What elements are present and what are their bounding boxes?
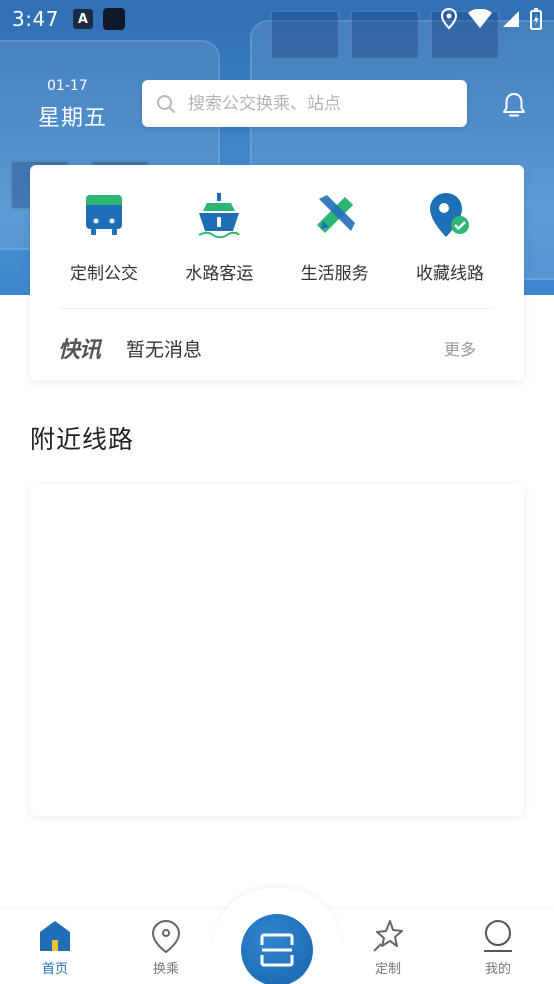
search-input[interactable] bbox=[188, 93, 438, 114]
search-box[interactable] bbox=[142, 80, 467, 127]
nav-label: 换乘 bbox=[152, 962, 179, 977]
nav-item-transfer[interactable]: 换乘 bbox=[136, 918, 196, 977]
nearby-routes-card bbox=[30, 484, 524, 816]
profile-icon bbox=[484, 920, 512, 952]
card-divider bbox=[60, 308, 494, 309]
nav-item-profile[interactable]: 我的 bbox=[468, 918, 528, 977]
service-label: 收藏线路 bbox=[415, 264, 484, 284]
search-icon bbox=[157, 94, 175, 113]
app-notification-icon: A bbox=[72, 9, 93, 29]
status-time: 3:47 bbox=[12, 7, 59, 31]
nav-label: 定制 bbox=[374, 962, 401, 977]
home-icon bbox=[40, 921, 70, 951]
service-favorite-route[interactable]: 收藏线路 bbox=[400, 191, 500, 284]
custom-bus-icon bbox=[86, 195, 122, 235]
weekday-text: 星期五 bbox=[38, 106, 108, 131]
news-logo: 快讯 bbox=[58, 338, 101, 363]
battery-icon bbox=[530, 8, 542, 30]
life-service-icon bbox=[316, 195, 355, 233]
nav-label: 首页 bbox=[41, 962, 68, 977]
service-life[interactable]: 生活服务 bbox=[285, 191, 385, 284]
app-notification-icon-2 bbox=[102, 8, 125, 30]
service-label: 水路客运 bbox=[185, 264, 254, 284]
signal-icon bbox=[503, 11, 519, 27]
status-bar: 3:47 A bbox=[0, 0, 554, 38]
nav-item-home[interactable]: 首页 bbox=[25, 918, 85, 977]
nearby-routes-title: 附近线路 bbox=[30, 425, 135, 454]
star-icon bbox=[373, 920, 403, 952]
service-custom-bus[interactable]: 定制公交 bbox=[54, 191, 154, 284]
favorite-route-icon bbox=[429, 193, 469, 237]
wifi-icon bbox=[468, 9, 492, 28]
scan-icon bbox=[260, 933, 294, 967]
service-label: 定制公交 bbox=[70, 264, 138, 284]
news-message: 暂无消息 bbox=[126, 338, 203, 361]
date-text: 01-17 bbox=[47, 78, 88, 94]
location-status-icon bbox=[440, 8, 458, 30]
location-pin-icon bbox=[151, 919, 181, 954]
service-label: 生活服务 bbox=[300, 264, 369, 284]
service-card: 定制公交 水路客运 生活服务 收藏线路 快讯 暂无消息 更多 bbox=[30, 165, 524, 380]
scan-button[interactable] bbox=[241, 914, 313, 984]
bell-icon[interactable] bbox=[499, 90, 529, 120]
date-block: 01-17 星期五 bbox=[38, 78, 107, 132]
nav-label: 我的 bbox=[484, 962, 511, 977]
service-ferry[interactable]: 水路客运 bbox=[169, 191, 269, 284]
nav-item-custom[interactable]: 定制 bbox=[358, 918, 418, 977]
news-row[interactable]: 快讯 暂无消息 更多 bbox=[58, 333, 494, 363]
ferry-icon bbox=[198, 193, 241, 239]
news-more-link[interactable]: 更多 bbox=[444, 336, 476, 360]
